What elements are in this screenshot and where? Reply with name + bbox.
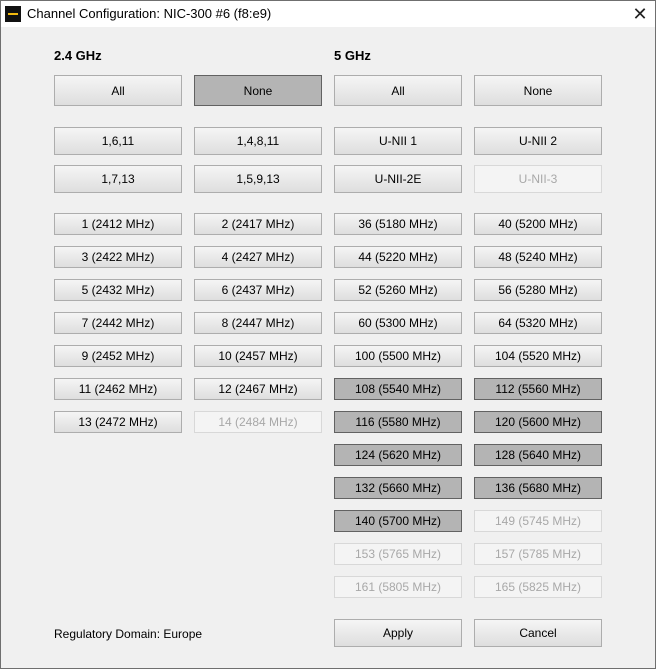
channel-ch112-button[interactable]: 112 (5560 MHz) [474, 378, 602, 400]
preset-unii-1-button[interactable]: U-NII 1 [334, 127, 462, 155]
window-title: Channel Configuration: NIC-300 #6 (f8:e9… [27, 6, 272, 21]
channel-ch2-button[interactable]: 2 (2417 MHz) [194, 213, 322, 235]
channel-ch7-button[interactable]: 7 (2442 MHz) [54, 312, 182, 334]
channel-ch104-button[interactable]: 104 (5520 MHz) [474, 345, 602, 367]
title-bar: Channel Configuration: NIC-300 #6 (f8:e9… [1, 1, 655, 27]
channel-ch64-button[interactable]: 64 (5320 MHz) [474, 312, 602, 334]
channel-ch153-button: 153 (5765 MHz) [334, 543, 462, 565]
channel-ch116-button[interactable]: 116 (5580 MHz) [334, 411, 462, 433]
band-24-none-button[interactable]: None [194, 75, 322, 106]
preset-unii-2e-button[interactable]: U-NII-2E [334, 165, 462, 193]
channel-ch4-button[interactable]: 4 (2427 MHz) [194, 246, 322, 268]
channel-ch40-button[interactable]: 40 (5200 MHz) [474, 213, 602, 235]
channel-ch161-button: 161 (5805 MHz) [334, 576, 462, 598]
channel-ch10-button[interactable]: 10 (2457 MHz) [194, 345, 322, 367]
channel-ch5-button[interactable]: 5 (2432 MHz) [54, 279, 182, 301]
channel-ch11-button[interactable]: 11 (2462 MHz) [54, 378, 182, 400]
channel-ch140-button[interactable]: 140 (5700 MHz) [334, 510, 462, 532]
channel-ch48-button[interactable]: 48 (5240 MHz) [474, 246, 602, 268]
channel-ch3-button[interactable]: 3 (2422 MHz) [54, 246, 182, 268]
channel-ch14-button: 14 (2484 MHz) [194, 411, 322, 433]
channel-ch60-button[interactable]: 60 (5300 MHz) [334, 312, 462, 334]
channel-ch36-button[interactable]: 36 (5180 MHz) [334, 213, 462, 235]
channel-ch44-button[interactable]: 44 (5220 MHz) [334, 246, 462, 268]
channel-ch128-button[interactable]: 128 (5640 MHz) [474, 444, 602, 466]
regulatory-domain-label: Regulatory Domain: Europe [54, 627, 203, 641]
channel-ch8-button[interactable]: 8 (2447 MHz) [194, 312, 322, 334]
channel-ch6-button[interactable]: 6 (2437 MHz) [194, 279, 322, 301]
band-24-title: 2.4 GHz [54, 48, 102, 63]
preset-unii-3-button: U-NII-3 [474, 165, 602, 193]
preset-1-5-9-13-button[interactable]: 1,5,9,13 [194, 165, 322, 193]
preset-1-7-13-button[interactable]: 1,7,13 [54, 165, 182, 193]
channel-ch120-button[interactable]: 120 (5600 MHz) [474, 411, 602, 433]
band-5-all-button[interactable]: All [334, 75, 462, 106]
channel-ch100-button[interactable]: 100 (5500 MHz) [334, 345, 462, 367]
band-24-all-button[interactable]: All [54, 75, 182, 106]
band-5-title: 5 GHz [334, 48, 371, 63]
channel-ch56-button[interactable]: 56 (5280 MHz) [474, 279, 602, 301]
apply-button[interactable]: Apply [334, 619, 462, 647]
channel-ch13-button[interactable]: 13 (2472 MHz) [54, 411, 182, 433]
channel-ch1-button[interactable]: 1 (2412 MHz) [54, 213, 182, 235]
channel-ch108-button[interactable]: 108 (5540 MHz) [334, 378, 462, 400]
preset-1-4-8-11-button[interactable]: 1,4,8,11 [194, 127, 322, 155]
cancel-button[interactable]: Cancel [474, 619, 602, 647]
channel-ch157-button: 157 (5785 MHz) [474, 543, 602, 565]
channel-ch132-button[interactable]: 132 (5660 MHz) [334, 477, 462, 499]
channel-ch149-button: 149 (5745 MHz) [474, 510, 602, 532]
channel-ch52-button[interactable]: 52 (5260 MHz) [334, 279, 462, 301]
band-5-none-button[interactable]: None [474, 75, 602, 106]
close-icon[interactable]: ✕ [627, 3, 653, 25]
channel-ch165-button: 165 (5825 MHz) [474, 576, 602, 598]
channel-ch9-button[interactable]: 9 (2452 MHz) [54, 345, 182, 367]
app-icon [5, 6, 21, 22]
channel-configuration-dialog: Channel Configuration: NIC-300 #6 (f8:e9… [0, 0, 656, 669]
channel-ch136-button[interactable]: 136 (5680 MHz) [474, 477, 602, 499]
preset-unii-2-button[interactable]: U-NII 2 [474, 127, 602, 155]
channel-ch12-button[interactable]: 12 (2467 MHz) [194, 378, 322, 400]
channel-ch124-button[interactable]: 124 (5620 MHz) [334, 444, 462, 466]
preset-1-6-11-button[interactable]: 1,6,11 [54, 127, 182, 155]
